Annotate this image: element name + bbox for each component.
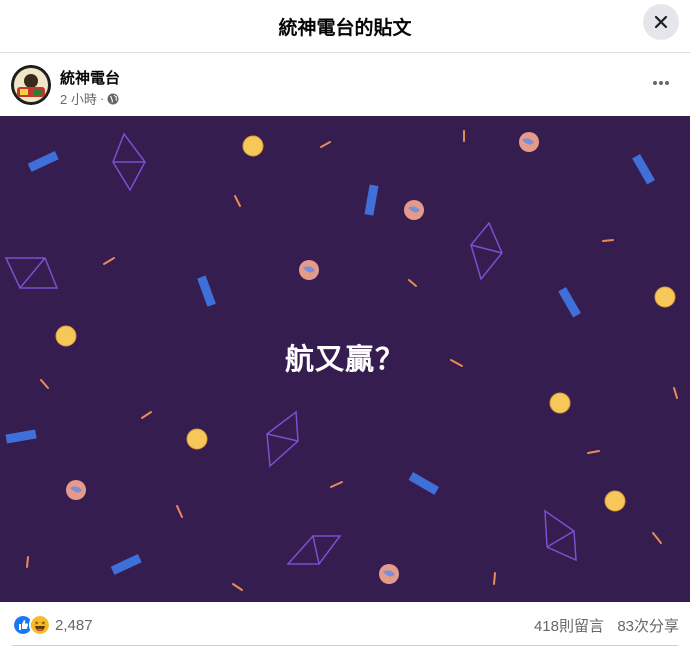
globe-icon — [107, 93, 119, 104]
avatar[interactable] — [11, 65, 51, 105]
post-text: 航又贏？ — [284, 344, 405, 376]
dialog-header: 統神電台的貼文 — [0, 0, 690, 53]
post-time[interactable]: 2 小時 — [60, 89, 97, 108]
post-footer: 2,487 418則留言 83次分享 — [0, 602, 690, 646]
close-button[interactable] — [643, 4, 679, 40]
comments-count[interactable]: 418則留言 — [534, 615, 604, 636]
more-options-button[interactable] — [646, 70, 676, 96]
shares-count[interactable]: 83次分享 — [617, 615, 679, 636]
dialog-title: 統神電台的貼文 — [278, 17, 412, 39]
author-name[interactable]: 統神電台 — [60, 67, 120, 88]
post-background-image[interactable]: 航又贏？ — [0, 116, 690, 602]
post-author-row: 統神電台 2 小時 · — [0, 54, 690, 116]
reactions-summary[interactable]: 2,487 — [12, 614, 93, 636]
reaction-count: 2,487 — [55, 616, 93, 634]
more-horizontal-icon — [653, 81, 669, 85]
meta-separator: · — [99, 91, 105, 106]
post-meta: 2 小時 · — [60, 89, 119, 108]
haha-icon — [29, 614, 51, 636]
close-icon — [654, 15, 668, 29]
